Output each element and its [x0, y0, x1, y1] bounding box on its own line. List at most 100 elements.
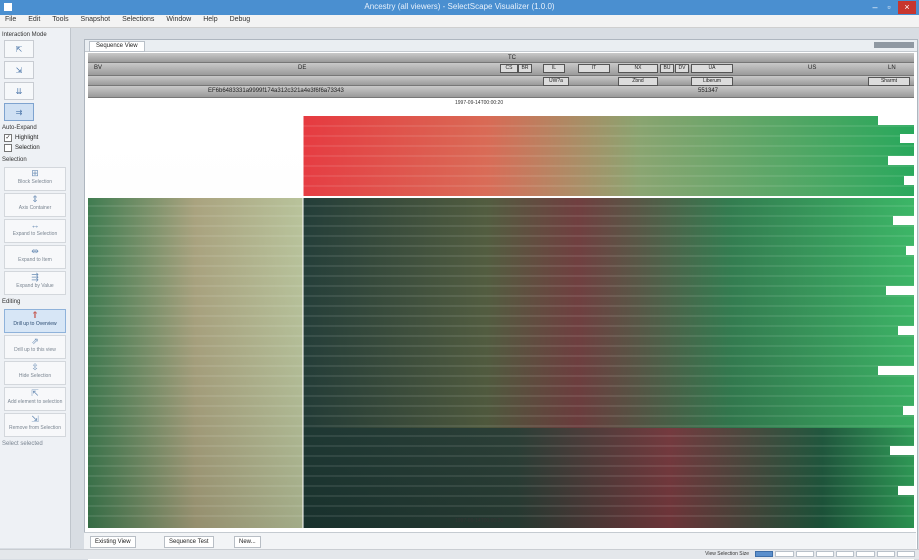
- tool-label: Drill up to Overview: [13, 321, 57, 327]
- minimize-button[interactable]: –: [869, 1, 881, 14]
- axis-container-tool[interactable]: ⇕ Axis Container: [4, 193, 66, 217]
- zoom-step[interactable]: [856, 551, 875, 557]
- header-row-2: BV DE CS BR IL IT NX BU DV UA US LN: [88, 63, 914, 76]
- header-box[interactable]: Sharmt: [868, 77, 910, 86]
- header-row-1: TC: [88, 53, 914, 63]
- header-box[interactable]: BR: [518, 64, 532, 73]
- header-box[interactable]: Liberum: [691, 77, 733, 86]
- drill-up-overview-tool[interactable]: ⇑ Drill up to Overview: [4, 309, 66, 333]
- existing-view-button[interactable]: Existing View: [90, 536, 136, 548]
- menu-debug[interactable]: Debug: [225, 15, 256, 24]
- hide-selection-tool[interactable]: ⇳ Hide Selection: [4, 361, 66, 385]
- tool-label: Add element to selection: [7, 399, 63, 405]
- column-select-mode-button[interactable]: ⇉: [4, 103, 34, 121]
- drill-up-icon: ⇑: [31, 310, 39, 320]
- tool-label: Remove from Selection: [9, 425, 61, 431]
- auto-expand-label: Auto-Expand: [2, 125, 37, 131]
- zoom-label: View Selection Size: [705, 551, 749, 557]
- tool-label: Axis Container: [18, 205, 52, 211]
- zoom-step[interactable]: [836, 551, 855, 557]
- select-checkbox[interactable]: Selection: [0, 143, 70, 153]
- highlight-checkbox[interactable]: ✓ Highlight: [0, 133, 70, 143]
- expand-value-icon: ⇶: [31, 272, 39, 282]
- expand-by-value-tool[interactable]: ⇶ Expand by Value: [4, 271, 66, 295]
- header-box[interactable]: IT: [578, 64, 610, 73]
- interaction-mode-label: Interaction Mode: [2, 32, 47, 38]
- zoom-step[interactable]: [755, 551, 774, 557]
- select-checkbox-label: Selection: [15, 145, 40, 151]
- tab-bar: Sequence View: [85, 40, 917, 52]
- header-us-label: US: [808, 65, 817, 71]
- remove-from-selection-tool[interactable]: ⇲ Remove from Selection: [4, 413, 66, 437]
- tool-label: Expand by Value: [16, 283, 54, 289]
- header-root-label: TC: [508, 55, 516, 61]
- checkbox-checked-icon: ✓: [4, 134, 12, 142]
- header-box[interactable]: BU: [660, 64, 674, 73]
- expand-to-selection-tool[interactable]: ↔ Expand to Selection: [4, 219, 66, 243]
- title-bar: Ancestry (all viewers) - SelectScape Vis…: [0, 0, 919, 15]
- zoom-slider[interactable]: [755, 551, 915, 557]
- header-box[interactable]: NX: [618, 64, 658, 73]
- tool-label: Hide Selection: [18, 373, 52, 379]
- header-box[interactable]: IL: [543, 64, 565, 73]
- menu-file[interactable]: File: [0, 15, 21, 24]
- drill-up-view-tool[interactable]: ⇗ Drill up to this view: [4, 335, 66, 359]
- tool-label: Drill up to this view: [14, 347, 56, 353]
- pointer-icon: ⇱: [15, 44, 23, 54]
- header-box[interactable]: CS: [500, 64, 518, 73]
- header-box[interactable]: UA: [691, 64, 733, 73]
- window-title: Ancestry (all viewers) - SelectScape Vis…: [364, 2, 555, 11]
- zoom-step[interactable]: [815, 551, 834, 557]
- highlight-label: Highlight: [15, 135, 39, 141]
- timeline-date-bottom: 1997-09-14T00:00:20: [455, 518, 504, 524]
- expand-to-item-tool[interactable]: ⇹ Expand to Item: [4, 245, 66, 269]
- header-de-label: DE: [298, 65, 307, 71]
- maximize-button[interactable]: ▫: [883, 1, 895, 14]
- zoom-step[interactable]: [795, 551, 814, 557]
- menu-bar: File Edit Tools Snapshot Selections Wind…: [0, 15, 919, 28]
- drill-view-icon: ⇗: [31, 336, 39, 346]
- sequence-test-button[interactable]: Sequence Test: [164, 536, 214, 548]
- axis-container-icon: ⇕: [31, 194, 39, 204]
- header-row-4: EF6b6483331a9999f174a312c321a4e3f6f6a733…: [88, 86, 914, 98]
- sequence-view-window: Sequence View TC BV DE CS BR IL IT NX BU…: [84, 39, 918, 560]
- block-selection-icon: ⊞: [31, 168, 39, 178]
- close-button[interactable]: ×: [898, 1, 916, 14]
- header-id-label: EF6b6483331a9999f174a312c321a4e3f6f6a733…: [208, 88, 344, 94]
- remove-element-icon: ⇲: [31, 414, 39, 424]
- menu-edit[interactable]: Edit: [23, 15, 45, 24]
- pointer-mode-button[interactable]: ⇱: [4, 40, 34, 58]
- row-select-mode-button[interactable]: ⇊: [4, 82, 34, 100]
- menu-window[interactable]: Window: [161, 15, 196, 24]
- select-add-mode-button[interactable]: ⇲: [4, 61, 34, 79]
- zoom-step[interactable]: [896, 551, 915, 557]
- timeline-date-top: 1997-09-14T00:00:20: [455, 100, 504, 106]
- add-to-selection-tool[interactable]: ⇱ Add element to selection: [4, 387, 66, 411]
- sequence-heatmap[interactable]: [88, 116, 914, 560]
- expand-item-icon: ⇹: [31, 246, 39, 256]
- tool-label: Expand to Item: [18, 257, 52, 263]
- new-view-button[interactable]: New...: [234, 536, 261, 548]
- column-select-icon: ⇉: [15, 107, 23, 117]
- header-box[interactable]: Zbnd: [618, 77, 658, 86]
- block-selection-tool[interactable]: ⊞ Block Selection: [4, 167, 66, 191]
- menu-snapshot[interactable]: Snapshot: [76, 15, 116, 24]
- tool-label: Expand to Selection: [12, 231, 58, 237]
- header-box[interactable]: UW?a: [543, 77, 569, 86]
- select-add-icon: ⇲: [15, 65, 23, 75]
- header-box[interactable]: DV: [675, 64, 689, 73]
- menu-help[interactable]: Help: [198, 15, 222, 24]
- zoom-step[interactable]: [775, 551, 794, 557]
- checkbox-empty-icon: [4, 144, 12, 152]
- menu-tools[interactable]: Tools: [47, 15, 73, 24]
- header-ln-label: LN: [888, 65, 896, 71]
- header-value-label: 551347: [698, 88, 719, 94]
- menu-selections[interactable]: Selections: [117, 15, 159, 24]
- left-tool-panel: Interaction Mode ⇱ ⇲ ⇊ ⇉ Auto-Expand ✓ Hi…: [0, 28, 71, 548]
- header-bv-label: BV: [94, 65, 103, 71]
- zoom-step[interactable]: [876, 551, 895, 557]
- select-selected-label: Select selected: [2, 441, 43, 447]
- tab-sequence-view[interactable]: Sequence View: [89, 41, 145, 52]
- window-controls[interactable]: [874, 42, 914, 48]
- expand-selection-icon: ↔: [30, 220, 40, 230]
